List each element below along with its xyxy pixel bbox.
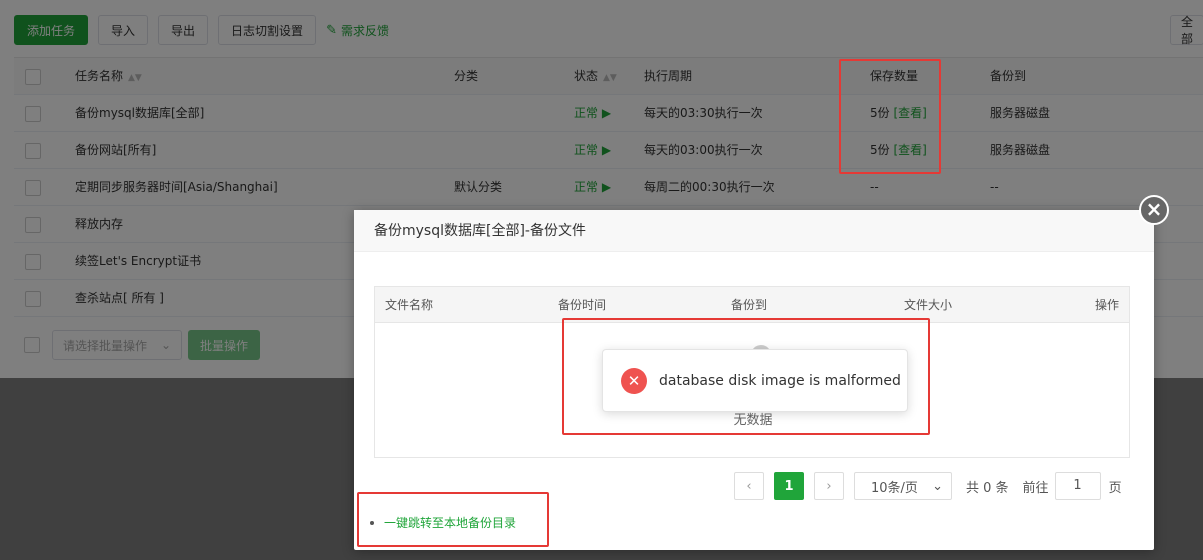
page-unit-label: 页: [1108, 480, 1122, 496]
dialog-title: 备份mysql数据库[全部]-备份文件: [354, 210, 1154, 252]
close-icon[interactable]: ×: [1139, 195, 1169, 225]
chevron-down-icon: ⌄: [932, 478, 943, 494]
goto-page-input[interactable]: 1: [1054, 472, 1101, 500]
pagination: ‹ 1 › 10条/页 ⌄ 共 0 条 前往 1 页: [734, 472, 1128, 500]
goto-label: 前往: [1022, 480, 1049, 496]
col-file-name: 文件名称: [385, 298, 434, 312]
total-count: 共 0 条: [966, 480, 1009, 496]
chevron-right-icon: ›: [826, 478, 832, 494]
prev-page-button[interactable]: ‹: [734, 472, 764, 500]
highlight-box-keep-count: [839, 59, 941, 174]
highlight-box-local-link: [357, 492, 549, 547]
next-page-button[interactable]: ›: [814, 472, 844, 500]
page-size-select[interactable]: 10条/页 ⌄: [854, 472, 952, 500]
chevron-left-icon: ‹: [746, 478, 752, 494]
page-size-value: 10条/页: [871, 480, 918, 496]
highlight-box-error: [562, 318, 930, 435]
page-number-button[interactable]: 1: [774, 472, 804, 500]
col-action: 操作: [1094, 298, 1119, 312]
